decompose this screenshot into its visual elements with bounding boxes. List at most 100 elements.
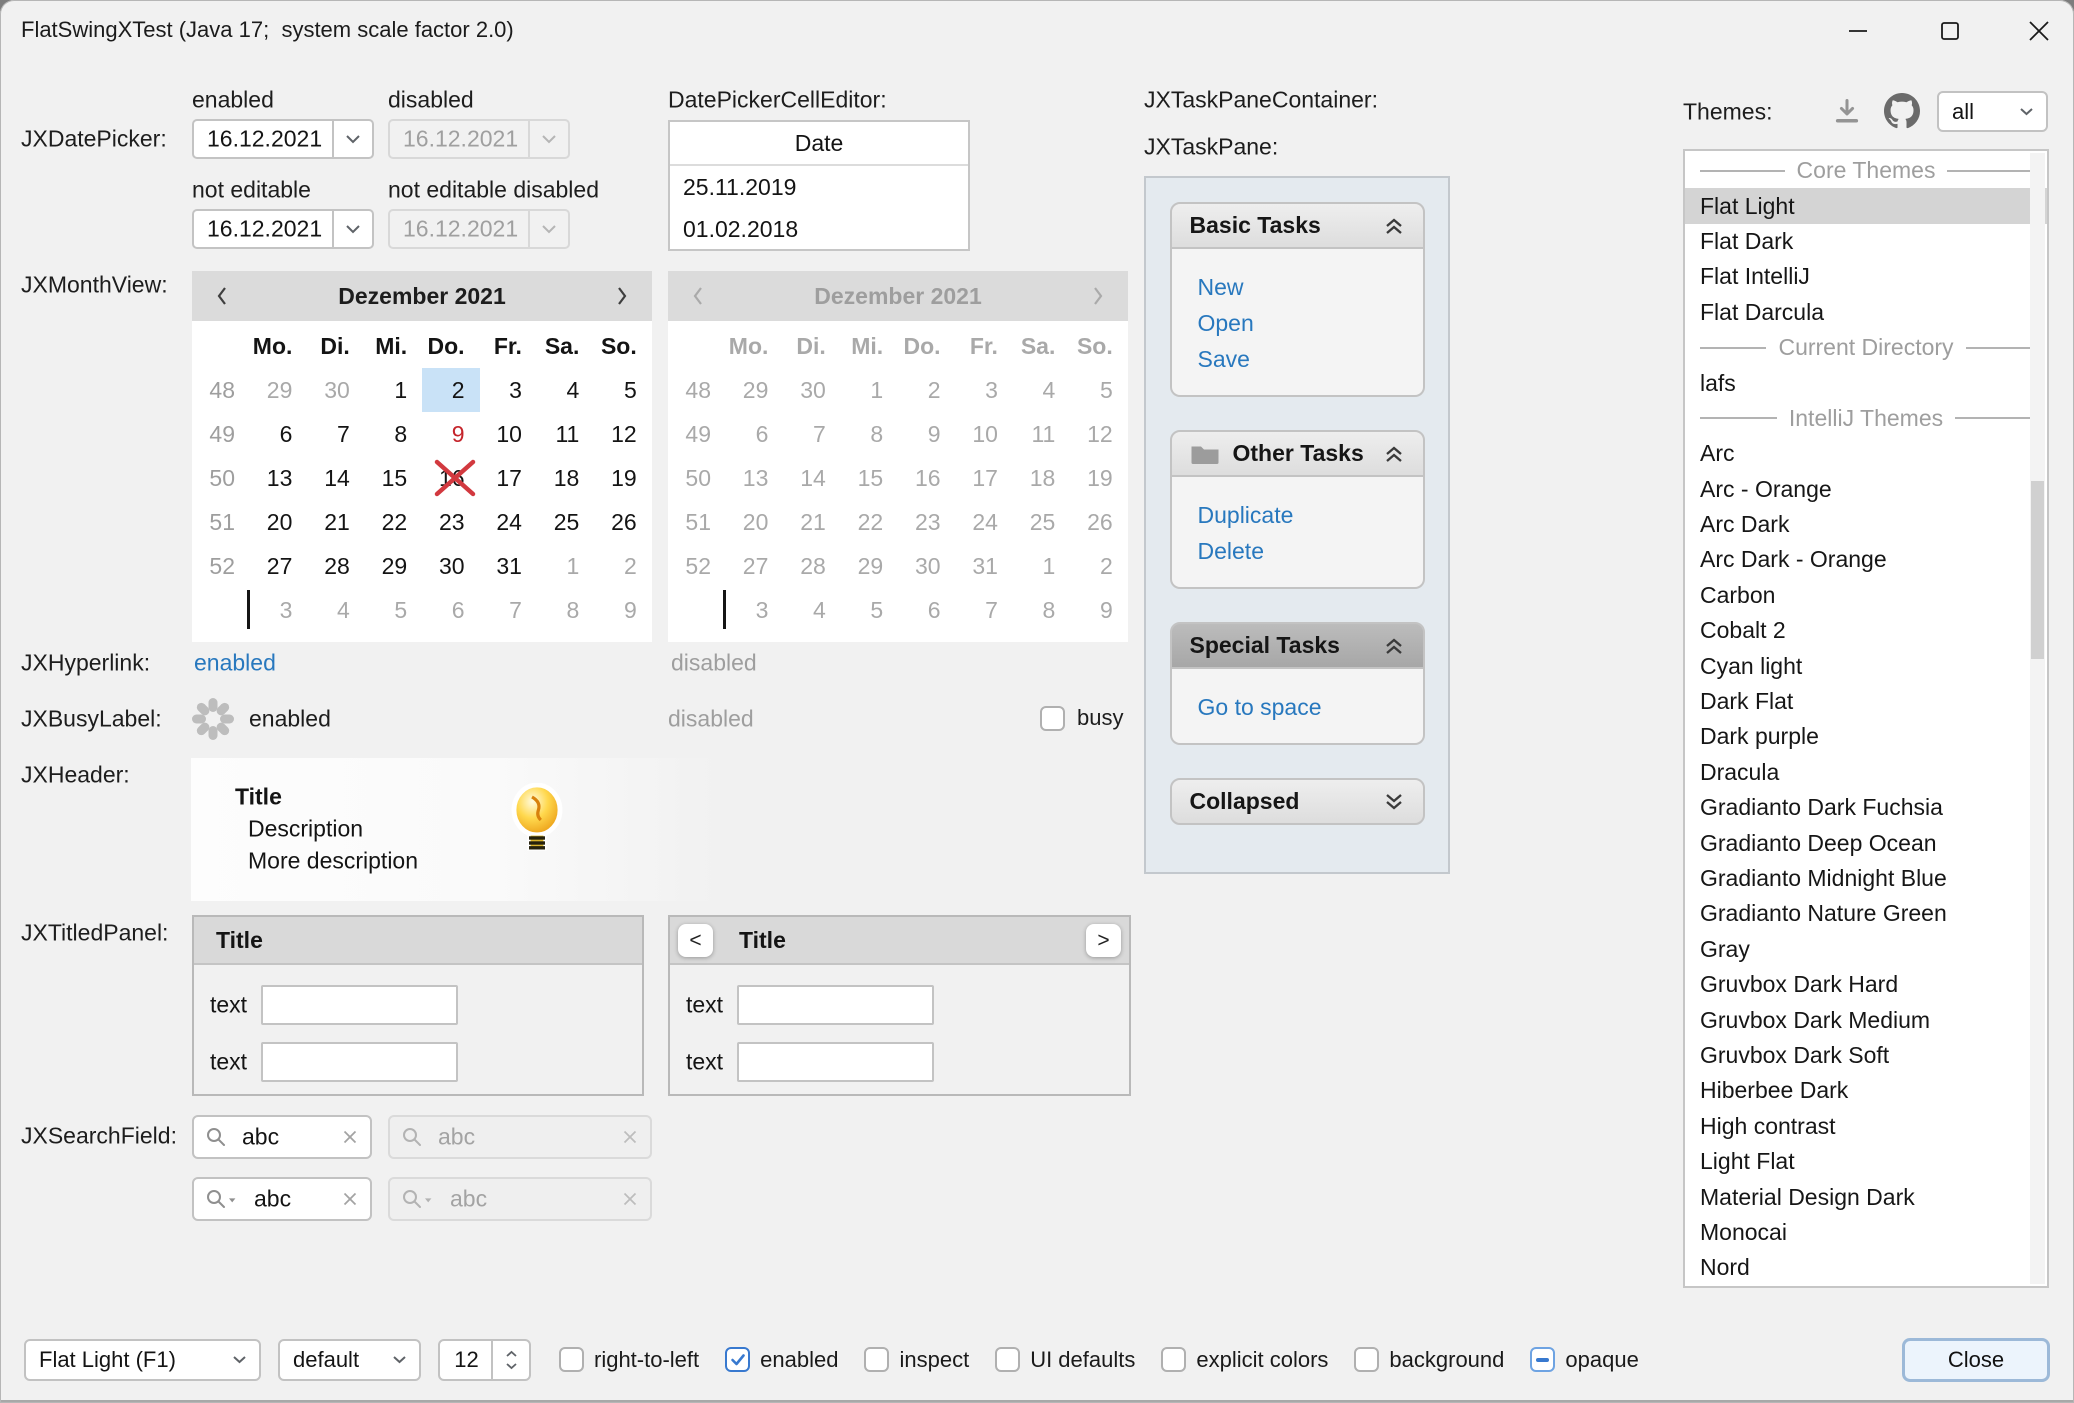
calendar-day[interactable]: 28 [783, 544, 840, 588]
calendar-day[interactable]: 5 [841, 588, 898, 632]
search-field-enabled[interactable]: abc [192, 1115, 372, 1159]
hyperlink-enabled[interactable]: enabled [194, 650, 276, 677]
theme-list-item[interactable]: Dracula [1685, 755, 2047, 790]
date-table-header[interactable]: Date [670, 122, 968, 166]
checkbox-right-to-left[interactable]: right-to-left [559, 1347, 699, 1373]
scrollbar-thumb[interactable] [2031, 481, 2044, 659]
calendar-day[interactable]: 26 [1070, 500, 1127, 544]
busy-checkbox[interactable] [1040, 706, 1065, 731]
calendar-day[interactable]: 1 [1013, 544, 1070, 588]
taskpane-link[interactable]: Save [1198, 341, 1423, 377]
calendar-day[interactable]: 1 [841, 368, 898, 412]
calendar-day[interactable]: 1 [537, 544, 594, 588]
checkbox-ui-defaults[interactable]: UI defaults [995, 1347, 1135, 1373]
calendar-day[interactable]: 29 [250, 368, 307, 412]
text-input[interactable] [737, 1042, 934, 1082]
theme-list-item[interactable]: Dark Flat [1685, 684, 2047, 719]
calendar-day[interactable]: 14 [783, 456, 840, 500]
theme-list-item[interactable]: Flat IntelliJ [1685, 259, 2047, 294]
text-input[interactable] [261, 1042, 458, 1082]
calendar-day[interactable]: 2 [594, 544, 651, 588]
calendar-day[interactable]: 5 [365, 588, 422, 632]
calendar-day[interactable]: 27 [250, 544, 307, 588]
taskpane-header[interactable]: Other Tasks [1170, 430, 1425, 477]
clear-search-icon[interactable] [341, 1190, 359, 1208]
calendar-day[interactable]: 12 [1070, 412, 1127, 456]
theme-list-item[interactable]: Nord [1685, 1250, 2047, 1285]
calendar-day[interactable]: 13 [250, 456, 307, 500]
taskpane-link[interactable]: Open [1198, 305, 1423, 341]
calendar-day[interactable]: 23 [898, 500, 955, 544]
clear-search-icon[interactable] [341, 1128, 359, 1146]
datepicker-enabled[interactable]: 16.12.2021 [192, 119, 374, 159]
theme-list-item[interactable]: Cyan light [1685, 648, 2047, 683]
table-row[interactable]: 01.02.2018 [670, 208, 968, 250]
search-input-value[interactable]: abc [242, 1124, 279, 1151]
calendar-day[interactable]: 22 [365, 500, 422, 544]
scrollbar-track[interactable] [2030, 153, 2045, 1284]
calendar-day[interactable]: 10 [480, 412, 537, 456]
datepicker-dropdown-button[interactable] [332, 121, 372, 157]
theme-list-item[interactable]: Dark purple [1685, 719, 2047, 754]
collapse-icon[interactable] [1383, 217, 1405, 235]
calendar-day[interactable]: 14 [307, 456, 364, 500]
taskpane-link[interactable]: Go to space [1198, 689, 1423, 725]
close-button[interactable]: Close [1902, 1338, 2050, 1382]
calendar-day[interactable]: 19 [1070, 456, 1127, 500]
taskpane-header[interactable]: Basic Tasks [1170, 202, 1425, 249]
collapse-icon[interactable] [1383, 637, 1405, 655]
font-combo[interactable]: default [278, 1339, 421, 1381]
calendar-day[interactable]: 6 [422, 588, 479, 632]
calendar-day[interactable]: 5 [1070, 368, 1127, 412]
theme-list-item[interactable]: Monocai [1685, 1215, 2047, 1250]
calendar-day[interactable]: 2 [1070, 544, 1127, 588]
checkbox-box[interactable] [1530, 1347, 1555, 1372]
datepicker-dropdown-button[interactable] [332, 211, 372, 247]
theme-list-item[interactable]: Gruvbox Dark Soft [1685, 1038, 2047, 1073]
calendar-day[interactable]: 4 [537, 368, 594, 412]
search-menu-icon[interactable] [205, 1188, 237, 1210]
calendar-day[interactable]: 4 [1013, 368, 1070, 412]
calendar-day[interactable]: 6 [250, 412, 307, 456]
checkbox-box[interactable] [1354, 1347, 1379, 1372]
calendar-day[interactable]: 16 [898, 456, 955, 500]
calendar-day[interactable]: 31 [480, 544, 537, 588]
text-input[interactable] [261, 985, 458, 1025]
theme-filter-combo[interactable]: all [1937, 91, 2048, 132]
maximize-button[interactable] [1919, 8, 1981, 54]
calendar-day[interactable]: 22 [841, 500, 898, 544]
calendar-selected-day[interactable]: 2 [422, 368, 479, 412]
theme-list-item[interactable]: lafs [1685, 365, 2047, 400]
checkbox-box[interactable] [725, 1347, 750, 1372]
calendar-day[interactable]: 30 [307, 368, 364, 412]
taskpane-header[interactable]: Special Tasks [1170, 622, 1425, 669]
theme-list-item[interactable]: Flat Darcula [1685, 295, 2047, 330]
calendar-day[interactable]: 9 [1070, 588, 1127, 632]
calendar-day[interactable]: 21 [307, 500, 364, 544]
search-field-with-menu[interactable]: abc [192, 1177, 372, 1221]
calendar-day[interactable]: 28 [307, 544, 364, 588]
calendar-day[interactable]: 6 [726, 412, 783, 456]
close-window-button[interactable] [2008, 8, 2070, 54]
theme-list-item[interactable]: Gradianto Midnight Blue [1685, 861, 2047, 896]
calendar-day[interactable]: 2 [898, 368, 955, 412]
calendar-day[interactable]: 31 [956, 544, 1013, 588]
calendar-day[interactable]: 9 [898, 412, 955, 456]
theme-list-item[interactable]: Gradianto Deep Ocean [1685, 825, 2047, 860]
calendar-day[interactable]: 5 [594, 368, 651, 412]
theme-list-item[interactable]: Light Flat [1685, 1144, 2047, 1179]
calendar-day[interactable]: 15 [365, 456, 422, 500]
checkbox-inspect[interactable]: inspect [864, 1347, 969, 1373]
minimize-button[interactable] [1827, 8, 1889, 54]
theme-list-item[interactable]: Material Design Dark [1685, 1179, 2047, 1214]
calendar-day[interactable]: 18 [1013, 456, 1070, 500]
theme-list-item[interactable]: Gruvbox Dark Hard [1685, 967, 2047, 1002]
calendar-day[interactable]: 3 [726, 588, 783, 632]
checkbox-enabled[interactable]: enabled [725, 1347, 838, 1373]
github-icon[interactable] [1884, 93, 1920, 129]
theme-list-item[interactable]: Arc Dark - Orange [1685, 542, 2047, 577]
calendar-day[interactable]: 21 [783, 500, 840, 544]
calendar-day[interactable]: 4 [783, 588, 840, 632]
expand-icon[interactable] [1383, 793, 1405, 811]
theme-list-item[interactable]: Gruvbox Dark Medium [1685, 1002, 2047, 1037]
